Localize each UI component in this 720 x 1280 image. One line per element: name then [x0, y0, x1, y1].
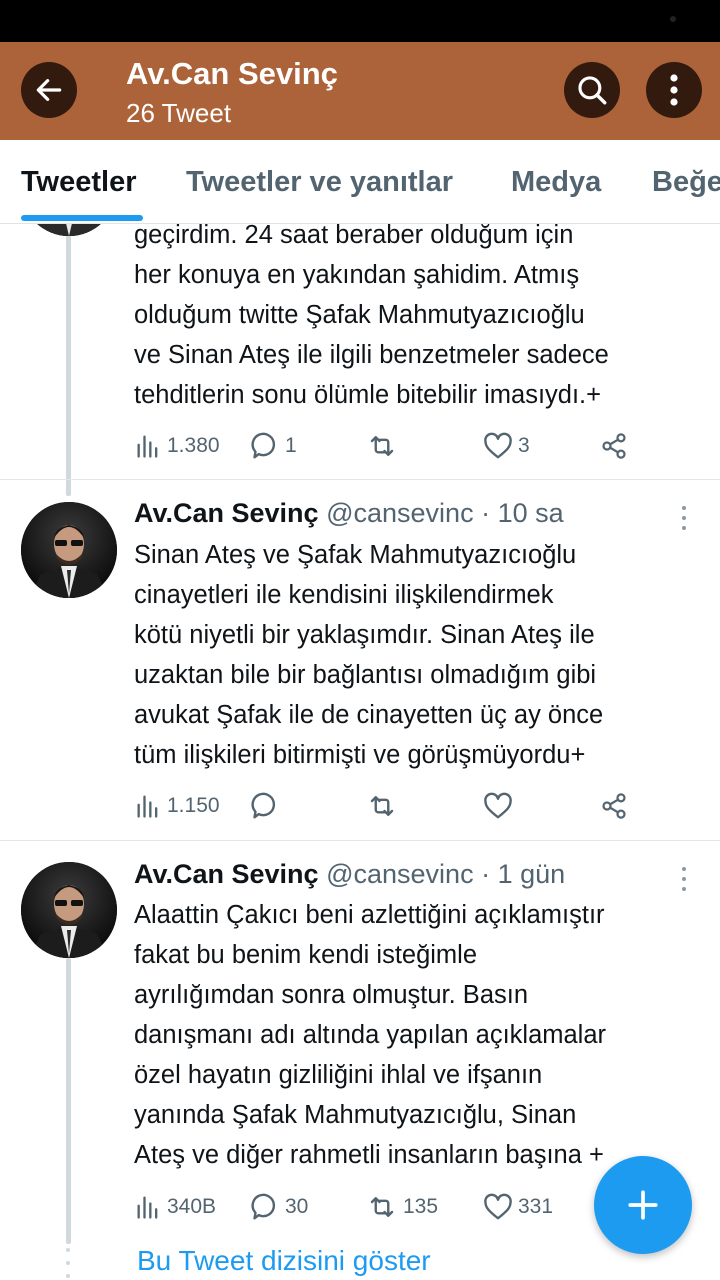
heart-icon [484, 432, 512, 459]
plus-icon [628, 1190, 658, 1220]
retweet-icon [370, 796, 394, 816]
tweet-header: Av.Can Sevinç @cansevinc · 10 sa [134, 498, 564, 529]
tweet-more-button[interactable] [676, 864, 692, 894]
like-count: 3 [518, 434, 530, 457]
tweet-actions: 1.150 [134, 788, 720, 824]
tab-tweets[interactable]: Tweetler [21, 166, 137, 199]
reply-icon [251, 432, 276, 459]
like-count: 331 [518, 1195, 554, 1218]
author-name[interactable]: Av.Can Sevinç [134, 859, 319, 889]
avatar[interactable] [21, 502, 117, 598]
like-button[interactable]: 331 [483, 1189, 553, 1225]
back-button[interactable] [21, 62, 77, 118]
tab-media[interactable]: Medya [511, 166, 601, 199]
views-button[interactable]: 1.150 [134, 788, 220, 824]
camera-dot [670, 16, 676, 22]
retweet-button[interactable] [366, 428, 403, 464]
tab-tweets-and-replies[interactable]: Tweetler ve yanıtlar [186, 166, 453, 199]
author-handle[interactable]: @cansevinc [326, 498, 473, 528]
reply-icon [251, 1193, 276, 1220]
thread-dots [66, 1248, 70, 1278]
tweet-text: geçirdim. 24 saat beraber olduğum için h… [134, 224, 609, 409]
reply-count: 30 [285, 1195, 309, 1218]
show-thread-link[interactable]: Bu Tweet dizisini göster [137, 1245, 431, 1277]
tweet-time: 10 sa [497, 498, 564, 528]
more-vertical-icon [670, 74, 678, 106]
like-button[interactable] [483, 788, 518, 824]
profile-name: Av.Can Sevinç [126, 56, 338, 91]
share-icon [602, 433, 626, 459]
views-icon [137, 1196, 158, 1219]
heart-icon [484, 792, 512, 819]
thread-line [66, 958, 71, 1244]
reply-button[interactable]: 30 [250, 1189, 308, 1225]
tab-likes[interactable]: Beğe [652, 166, 720, 199]
profile-app-bar: Av.Can Sevinç 26 Tweet [0, 42, 720, 140]
tweet-count: 26 Tweet [126, 98, 232, 128]
meta-separator: · [473, 859, 498, 889]
retweet-button[interactable]: 135 [366, 1189, 438, 1225]
share-icon [602, 793, 626, 819]
tweet-more-button[interactable] [676, 503, 692, 533]
compose-tweet-button[interactable] [594, 1156, 692, 1254]
view-count: 1.380 [167, 434, 220, 457]
retweet-count: 135 [403, 1195, 439, 1218]
views-icon [137, 795, 158, 818]
tweet-time: 1 gün [497, 859, 566, 889]
search-icon [578, 76, 607, 105]
meta-separator: · [473, 498, 498, 528]
author-name[interactable]: Av.Can Sevinç [134, 498, 319, 528]
reply-button[interactable] [250, 788, 285, 824]
thread-line [66, 224, 71, 496]
active-tab-indicator [21, 215, 143, 221]
tweet-actions: 1.380 1 3 [134, 428, 720, 464]
avatar[interactable] [21, 224, 117, 236]
status-bar [0, 0, 720, 42]
views-button[interactable]: 1.380 [134, 428, 220, 464]
reply-icon [251, 792, 276, 819]
avatar[interactable] [21, 862, 117, 958]
arrow-left-icon [36, 79, 62, 101]
view-count: 1.150 [167, 794, 220, 817]
tweet-divider [0, 840, 720, 841]
tweet-text: Alaattin Çakıcı beni azlettiğini açıklam… [134, 901, 607, 1169]
share-button[interactable] [600, 788, 628, 824]
author-handle[interactable]: @cansevinc [326, 859, 473, 889]
views-icon [137, 435, 158, 458]
view-count: 340B [167, 1195, 217, 1218]
reply-count: 1 [285, 434, 297, 457]
like-button[interactable]: 3 [483, 428, 530, 464]
profile-tabs: Tweetler Tweetler ve yanıtlar Medya Beğe [0, 140, 720, 224]
search-button[interactable] [564, 62, 620, 118]
tweet-header: Av.Can Sevinç @cansevinc · 1 gün [134, 859, 565, 890]
tweet-divider [0, 479, 720, 480]
reply-button[interactable]: 1 [250, 428, 297, 464]
retweet-icon [370, 436, 394, 456]
heart-icon [484, 1193, 512, 1220]
share-button[interactable] [600, 428, 628, 464]
views-button[interactable]: 340B [134, 1189, 216, 1225]
more-options-button[interactable] [646, 62, 702, 118]
tweet-text: Sinan Ateş ve Şafak Mahmutyazıcıoğlu cin… [134, 541, 604, 769]
retweet-icon [370, 1197, 394, 1217]
tweet-feed[interactable]: geçirdim. 24 saat beraber olduğum için h… [0, 224, 720, 1280]
retweet-button[interactable] [366, 788, 403, 824]
